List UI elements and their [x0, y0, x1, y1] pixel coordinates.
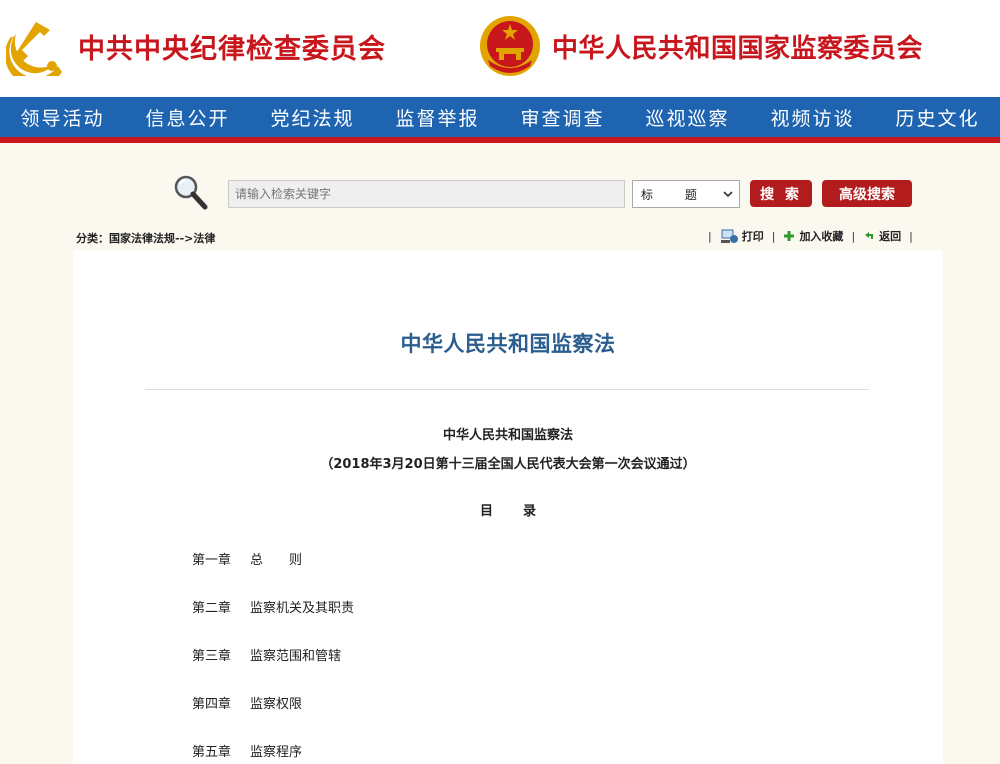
separator: |	[909, 229, 913, 243]
nav-item-regulations[interactable]: 党纪法规	[264, 104, 360, 131]
back-label: 返回	[879, 230, 902, 243]
print-button[interactable]: 打印	[720, 228, 764, 244]
favorite-button[interactable]: 加入收藏	[783, 228, 843, 244]
page-margin-right	[943, 250, 1000, 764]
main-nav: 领导活动 信息公开 党纪法规 监督举报 审查调查 巡视巡察 视频访谈 历史文化	[0, 97, 1000, 137]
separator: |	[771, 229, 776, 243]
toc-chapter-number: 第四章	[192, 697, 232, 712]
toc-chapter-number: 第五章	[192, 745, 232, 760]
law-title: 中华人民共和国监察法	[442, 428, 573, 443]
nav-item-report[interactable]: 监督举报	[389, 104, 485, 131]
toc-item[interactable]: 第三章 监察范围和管辖	[192, 645, 341, 664]
article-tools: | 打印 | 加入收藏 | 返回 |	[700, 226, 921, 246]
page-title: 中华人民共和国监察法	[400, 332, 616, 356]
page-margin-left	[0, 250, 73, 764]
nav-item-disclosure[interactable]: 信息公开	[139, 104, 235, 131]
back-arrow-icon	[865, 232, 874, 239]
advanced-search-button[interactable]: 高级搜索	[822, 180, 912, 207]
plus-icon	[784, 231, 795, 241]
chevron-down-icon	[723, 191, 733, 198]
toc-heading: 目录	[479, 504, 566, 519]
separator: |	[708, 229, 712, 243]
toc-chapter-number: 第一章	[192, 553, 232, 568]
cpc-title: 中共中央纪律检查委员会	[78, 33, 386, 65]
site-header: 中共中央纪律检查委员会 中华人民共和国国家监察委员会	[0, 0, 1000, 97]
search-scope-value: 标 题	[641, 187, 711, 202]
nav-item-inspection[interactable]: 巡视巡察	[639, 104, 735, 131]
national-emblem-icon	[480, 16, 540, 76]
back-button[interactable]: 返回	[863, 228, 901, 244]
toc-chapter-number: 第二章	[192, 601, 232, 616]
nsc-title: 中华人民共和国国家监察委员会	[552, 33, 924, 64]
toc-chapter-name: 监察权限	[250, 697, 303, 712]
nav-item-history[interactable]: 历史文化	[889, 104, 985, 131]
nav-item-video[interactable]: 视频访谈	[764, 104, 860, 131]
separator: |	[851, 229, 856, 243]
law-adoption-note: （2018年3月20日第十三届全国人民代表大会第一次会议通过）	[320, 457, 696, 472]
toc-item[interactable]: 第一章 总 则	[192, 549, 302, 568]
print-icon	[720, 229, 738, 243]
print-label: 打印	[741, 230, 764, 243]
toc-item[interactable]: 第二章 监察机关及其职责	[192, 597, 354, 616]
magnifier-icon	[174, 175, 208, 210]
search-input[interactable]	[228, 180, 625, 208]
nav-item-investigation[interactable]: 审查调查	[514, 104, 610, 131]
nav-item-leadership[interactable]: 领导活动	[14, 104, 110, 131]
toc-chapter-name: 监察机关及其职责	[250, 601, 355, 616]
toc-chapter-name: 监察范围和管辖	[250, 649, 342, 664]
party-emblem-icon	[6, 16, 64, 76]
nsc-brand[interactable]: 中华人民共和国国家监察委员会	[478, 6, 923, 86]
toc-chapter-name: 总 则	[250, 553, 303, 568]
toc-chapter-number: 第三章	[192, 649, 232, 664]
search-scope-select[interactable]: 标 题	[632, 180, 740, 208]
toc-chapter-name: 监察程序	[250, 745, 303, 760]
title-divider	[145, 389, 869, 390]
search-button[interactable]: 搜 索	[750, 180, 812, 207]
cpc-brand[interactable]: 中共中央纪律检查委员会	[6, 6, 386, 86]
toc-item[interactable]: 第五章 监察程序	[192, 741, 302, 760]
breadcrumb: 分类：国家法律法规-->法律	[76, 232, 216, 245]
favorite-label: 加入收藏	[799, 230, 844, 243]
toc-item[interactable]: 第四章 监察权限	[192, 693, 302, 712]
